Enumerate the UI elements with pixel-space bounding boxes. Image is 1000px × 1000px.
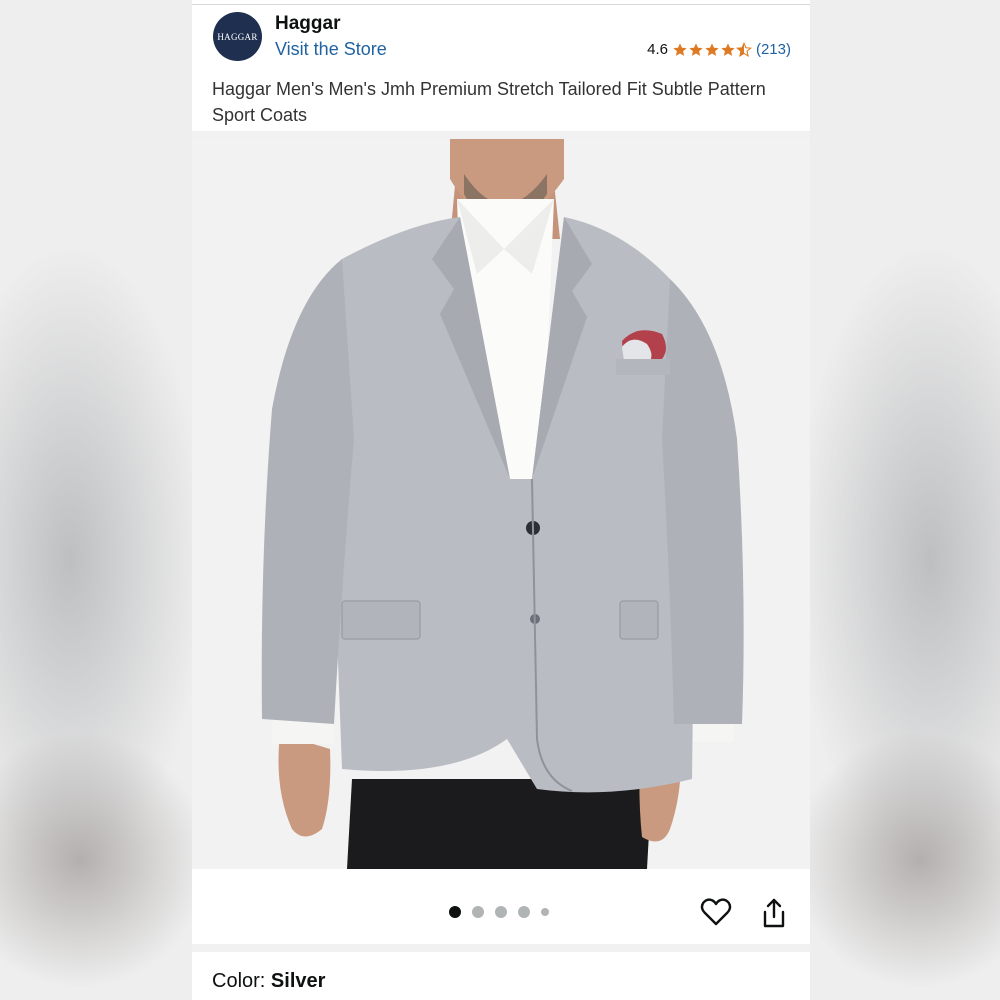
carousel-dots xyxy=(449,906,549,918)
rating-value: 4.6 xyxy=(647,41,668,58)
star-icon xyxy=(705,42,719,56)
carousel-dot-3[interactable] xyxy=(495,906,507,918)
model-in-sport-coat-image xyxy=(192,139,810,869)
top-divider xyxy=(192,4,810,5)
carousel-dot-5[interactable] xyxy=(541,908,549,916)
color-selector-label: Color: Silver xyxy=(212,970,325,993)
product-image[interactable] xyxy=(192,139,810,869)
star-rating xyxy=(672,41,752,58)
star-icon xyxy=(689,42,703,56)
star-icon xyxy=(721,42,735,56)
carousel-dot-1[interactable] xyxy=(449,906,461,918)
star-icon xyxy=(673,42,687,56)
brand-name[interactable]: Haggar xyxy=(275,13,340,35)
color-value: Silver xyxy=(270,970,326,992)
carousel-dot-4[interactable] xyxy=(518,906,530,918)
image-carousel-controls xyxy=(192,869,810,944)
visit-store-link[interactable]: Visit the Store xyxy=(275,39,387,60)
color-label: Color: xyxy=(212,970,266,992)
share-icon[interactable] xyxy=(760,897,788,929)
rating-summary[interactable]: 4.6 (213) xyxy=(647,41,791,58)
product-title: Haggar Men's Men's Jmh Premium Stretch T… xyxy=(212,79,766,125)
rating-count-link[interactable]: (213) xyxy=(756,41,791,58)
product-page: HAGGAR Haggar Visit the Store 4.6 (213) … xyxy=(192,0,810,1000)
heart-icon[interactable] xyxy=(700,897,732,927)
brand-logo[interactable]: HAGGAR xyxy=(213,12,262,61)
section-divider xyxy=(192,944,810,952)
carousel-dot-2[interactable] xyxy=(472,906,484,918)
section-divider xyxy=(192,131,810,139)
brand-logo-text: HAGGAR xyxy=(217,31,258,42)
star-half-icon xyxy=(736,41,752,57)
